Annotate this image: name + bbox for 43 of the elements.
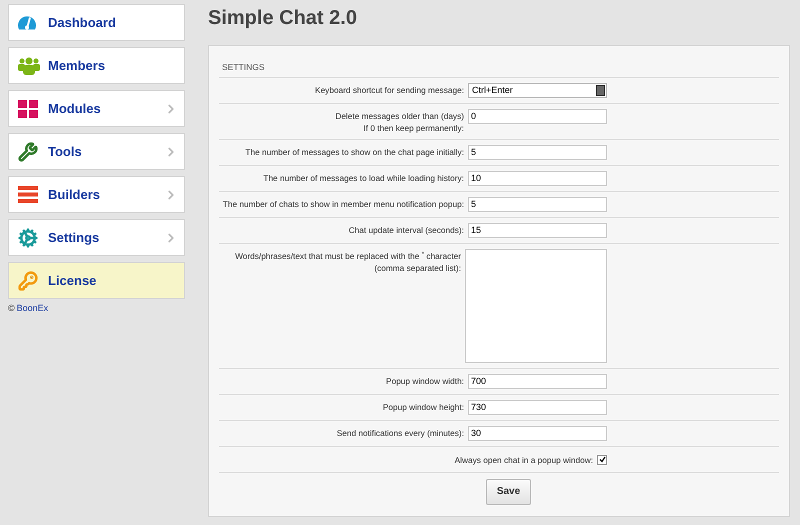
field-label: The number of messages to load while loading history: — [263, 172, 464, 184]
input-field[interactable]: 0 — [468, 108, 607, 124]
input-field[interactable]: 30 — [468, 426, 607, 441]
section-title: SETTINGS — [219, 61, 779, 78]
gears-icon — [18, 228, 38, 248]
sidebar-item[interactable]: Tools — [8, 133, 185, 170]
sidebar-item[interactable]: Modules — [8, 90, 185, 127]
input-field[interactable]: 700 — [468, 374, 607, 389]
input-field[interactable]: 15 — [468, 222, 607, 238]
sidebar-item[interactable]: Members — [8, 47, 185, 84]
save-button[interactable]: Save — [486, 478, 531, 505]
checkbox[interactable] — [597, 454, 607, 465]
wrench-icon — [18, 142, 38, 162]
check-icon — [598, 456, 606, 464]
bars-icon — [18, 186, 38, 203]
field-label: Chat update interval (seconds): — [348, 224, 464, 236]
input-field[interactable]: 5 — [468, 144, 607, 160]
key-icon — [18, 270, 38, 290]
field-label: Always open chat in a popup window: — [454, 454, 593, 466]
sidebar-item[interactable]: Dashboard — [8, 4, 185, 41]
sidebar-item[interactable]: License — [8, 262, 185, 299]
shortcut-dropdown[interactable]: Ctrl+Enter — [468, 82, 607, 98]
field-label: (comma separated list): — [374, 262, 461, 274]
field-label: If 0 then keep permanently: — [363, 122, 464, 134]
field-label: Popup window height: — [382, 400, 464, 413]
people-icon — [18, 56, 40, 74]
grid-icon — [18, 100, 38, 118]
sidebar-item[interactable]: Builders — [8, 176, 185, 213]
gauge-icon — [18, 16, 36, 30]
boonex-link[interactable]: BoonEx — [16, 302, 48, 316]
field-label: Delete messages older than (days) — [335, 110, 464, 122]
sidebar-item[interactable]: Settings — [8, 219, 185, 256]
field-label: The number of messages to show on the chat page initially: — [245, 146, 464, 158]
input-field[interactable]: 5 — [468, 196, 607, 212]
input-field[interactable]: 10 — [468, 170, 607, 186]
field-label: The number of chats to show in member menu notification popup: — [222, 198, 464, 210]
copyright-symbol: © — [8, 302, 15, 315]
input-field[interactable]: 730 — [468, 400, 607, 415]
field-label: Keyboard shortcut for sending message: — [315, 84, 464, 96]
field-label: Popup window width: — [386, 374, 464, 387]
page-title: Simple Chat 2.0 — [208, 6, 358, 31]
field-label: Send notifications every (minutes): — [336, 426, 464, 439]
field-label: Words/phrases/text that must be replaced with the $^{*}$ character — [235, 250, 461, 262]
